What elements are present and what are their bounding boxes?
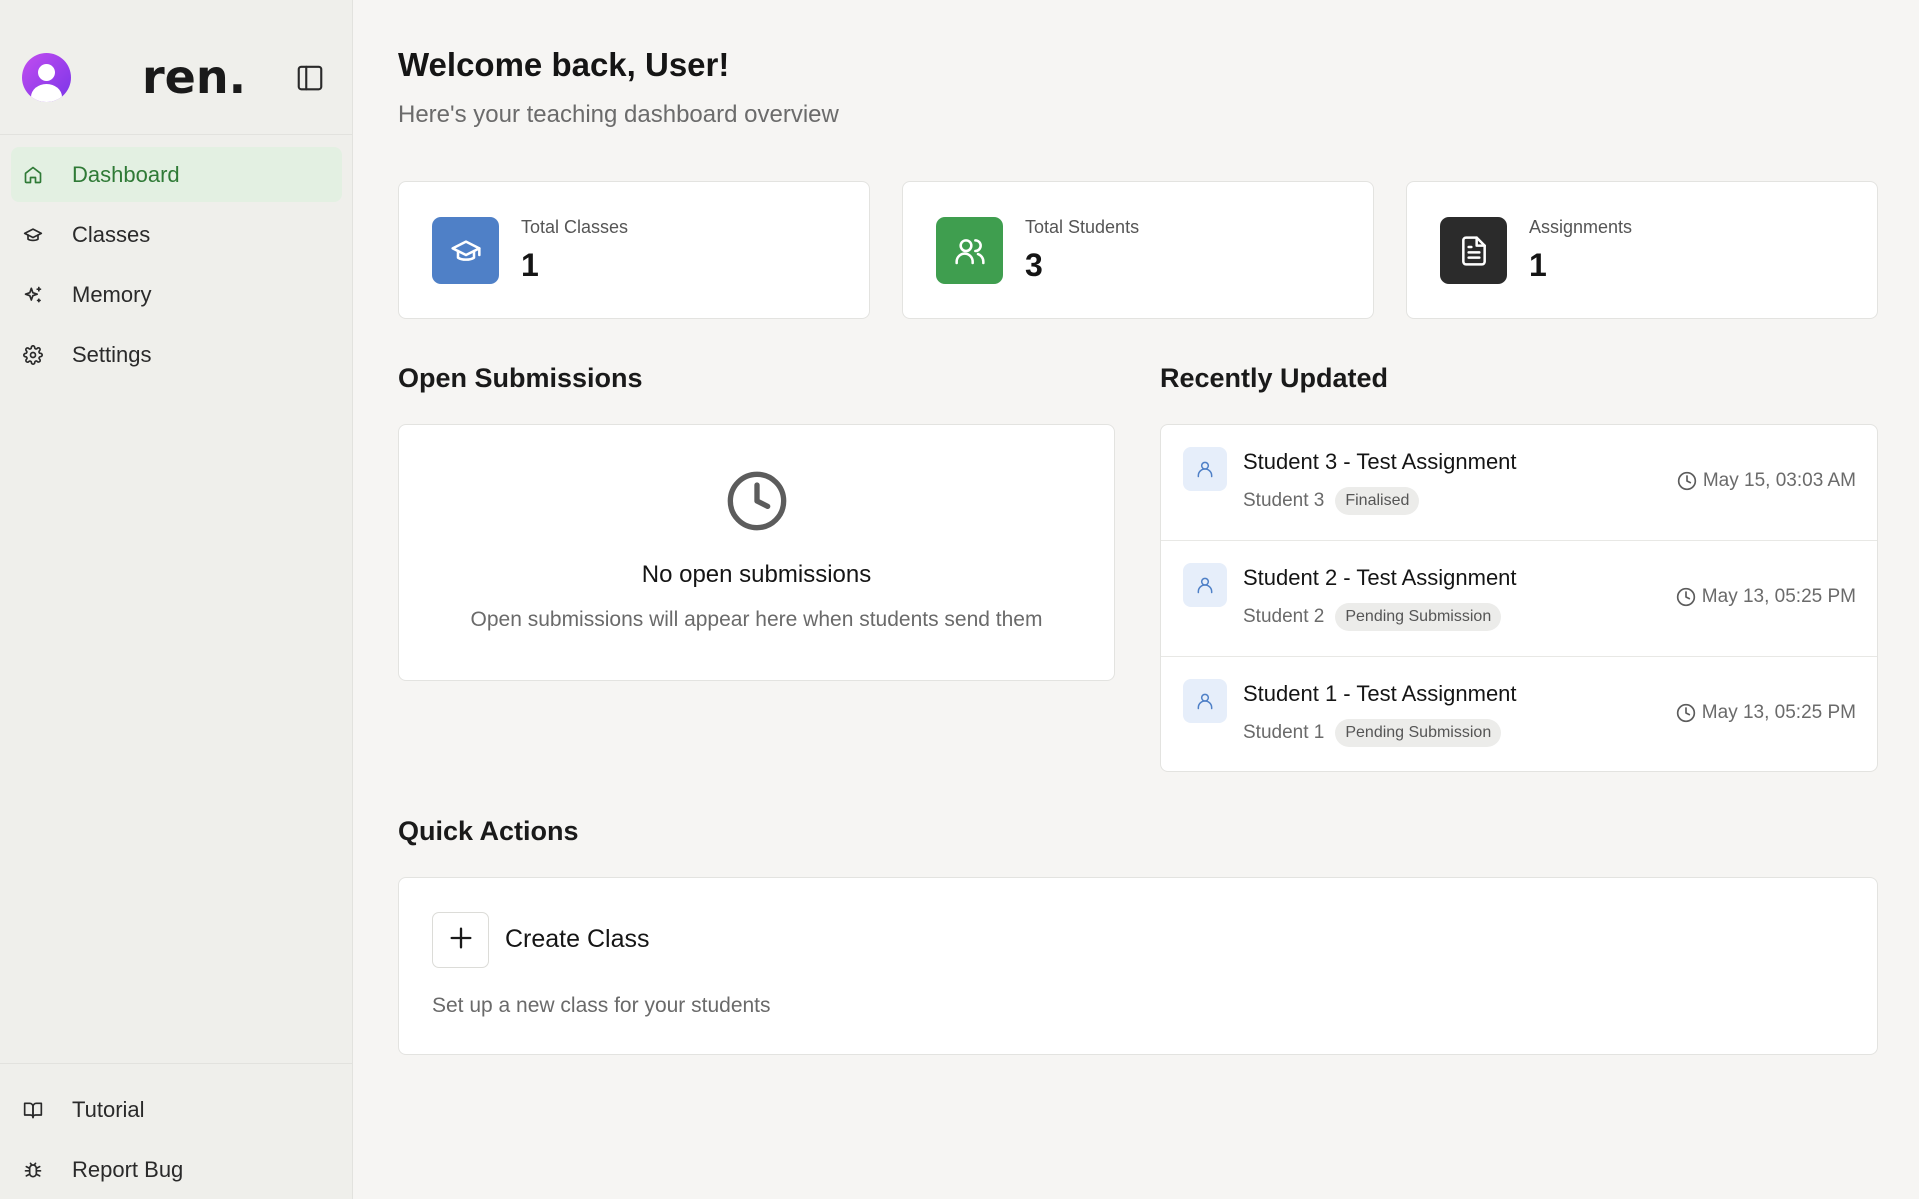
item-timestamp: May 13, 05:25 PM (1676, 586, 1856, 608)
empty-state-text: Open submissions will appear here when s… (470, 608, 1043, 631)
sidebar: ren. Dashboard Classes Memory Settings T… (0, 0, 353, 1199)
sidebar-item-classes[interactable]: Classes (11, 207, 342, 262)
sidebar-item-label: Report Bug (72, 1156, 184, 1182)
sidebar-item-report-bug[interactable]: Report Bug (11, 1142, 342, 1197)
create-class-label[interactable]: Create Class (505, 925, 650, 954)
list-item[interactable]: Student 1 - Test Assignment Student 1 Pe… (1161, 657, 1877, 771)
page-subtitle: Here's your teaching dashboard overview (398, 101, 839, 128)
recently-updated-title: Recently Updated (1160, 363, 1389, 393)
student-name: Student 3 (1243, 490, 1325, 511)
sidebar-item-label: Settings (72, 341, 152, 367)
timestamp-text: May 13, 05:25 PM (1701, 586, 1856, 607)
home-icon (21, 163, 45, 187)
item-subtitle: Student 2 Pending Submission (1243, 603, 1502, 631)
book-icon (21, 1098, 45, 1122)
list-item[interactable]: Student 3 - Test Assignment Student 3 Fi… (1161, 425, 1877, 541)
stat-card-total-classes: Total Classes 1 (398, 181, 870, 319)
item-timestamp: May 13, 05:25 PM (1676, 702, 1856, 724)
item-subtitle: Student 1 Pending Submission (1243, 719, 1502, 747)
stat-value: 3 (1025, 247, 1043, 283)
item-title: Student 1 - Test Assignment (1243, 681, 1517, 706)
status-badge: Pending Submission (1335, 719, 1502, 747)
clock-icon (725, 469, 789, 538)
timestamp-text: May 15, 03:03 AM (1702, 470, 1856, 491)
user-icon (1183, 679, 1227, 723)
open-submissions-panel: No open submissions Open submissions wil… (398, 424, 1115, 681)
clock-icon (1676, 587, 1696, 607)
timestamp-text: May 13, 05:25 PM (1701, 702, 1856, 723)
sidebar-item-tutorial[interactable]: Tutorial (11, 1082, 342, 1137)
sidebar-nav: Dashboard Classes Memory Settings (11, 147, 342, 387)
list-item[interactable]: Student 2 - Test Assignment Student 2 Pe… (1161, 541, 1877, 657)
item-title: Student 3 - Test Assignment (1243, 449, 1517, 474)
open-submissions-title: Open Submissions (398, 363, 643, 393)
create-class-button[interactable] (432, 912, 489, 968)
stat-card-total-students: Total Students 3 (902, 181, 1374, 319)
user-icon (1183, 447, 1227, 491)
sparkles-icon (21, 283, 45, 307)
clock-icon (1676, 703, 1696, 723)
student-name: Student 1 (1243, 722, 1325, 743)
stat-value: 1 (1529, 247, 1547, 283)
gear-icon (21, 343, 45, 367)
bug-icon (21, 1158, 45, 1182)
recently-updated-panel: Student 3 - Test Assignment Student 3 Fi… (1160, 424, 1878, 772)
status-badge: Finalised (1335, 487, 1420, 515)
status-badge: Pending Submission (1335, 603, 1502, 631)
sidebar-toggle-icon[interactable] (295, 63, 325, 93)
stat-card-assignments: Assignments 1 (1406, 181, 1878, 319)
avatar[interactable] (22, 53, 71, 102)
stat-label: Total Students (1025, 217, 1140, 237)
sidebar-item-memory[interactable]: Memory (11, 267, 342, 322)
sidebar-item-label: Classes (72, 221, 151, 247)
create-class-description: Set up a new class for your students (432, 994, 771, 1017)
sidebar-footer: Tutorial Report Bug (0, 1063, 353, 1199)
users-icon (936, 217, 1003, 284)
page-title: Welcome back, User! (398, 46, 730, 83)
item-timestamp: May 15, 03:03 AM (1677, 470, 1856, 492)
stat-label: Assignments (1529, 217, 1633, 237)
sidebar-item-label: Dashboard (72, 161, 180, 187)
user-icon (1183, 563, 1227, 607)
sidebar-item-settings[interactable]: Settings (11, 327, 342, 382)
stat-label: Total Classes (521, 217, 629, 237)
empty-state-title: No open submissions (641, 561, 872, 588)
item-title: Student 2 - Test Assignment (1243, 565, 1517, 590)
app-logo: ren. (142, 50, 247, 104)
graduation-cap-icon (21, 223, 45, 247)
sidebar-header: ren. (0, 0, 352, 135)
item-subtitle: Student 3 Finalised (1243, 487, 1420, 515)
sidebar-item-dashboard[interactable]: Dashboard (11, 147, 342, 202)
quick-actions-panel: Create Class Set up a new class for your… (398, 877, 1878, 1055)
plus-icon (447, 924, 475, 957)
stat-value: 1 (521, 247, 539, 283)
clock-icon (1677, 471, 1697, 491)
graduation-cap-icon (432, 217, 499, 284)
sidebar-item-label: Memory (72, 281, 152, 307)
quick-actions-title: Quick Actions (398, 816, 579, 846)
sidebar-item-label: Tutorial (72, 1096, 145, 1122)
student-name: Student 2 (1243, 606, 1325, 627)
document-icon (1440, 217, 1507, 284)
